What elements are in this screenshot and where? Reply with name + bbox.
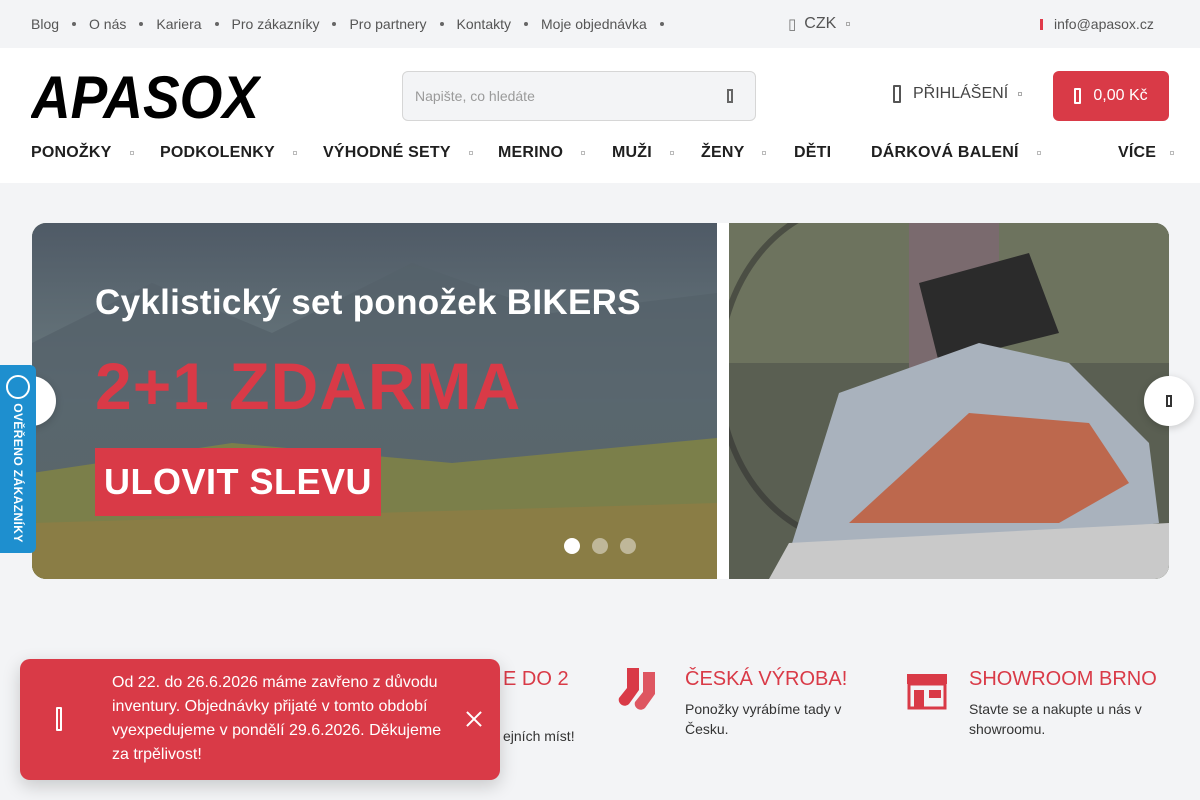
top-link-my-order[interactable]: Moje objednávka xyxy=(541,16,647,32)
chevron-down-icon xyxy=(1170,151,1175,155)
currency-icon: ▯ xyxy=(788,16,797,33)
feature-text: ejních míst! xyxy=(503,728,575,744)
svg-text:APASOX: APASOX xyxy=(31,66,261,128)
nav-label: VÍCE xyxy=(1118,144,1157,161)
email-link[interactable]: info@apasox.cz xyxy=(1040,16,1154,32)
header: APASOX PŘIHLÁŠENÍ 0,00 Kč PONOŽKY PODKOL… xyxy=(0,48,1200,183)
nav-label: DĚTI xyxy=(794,144,832,161)
search-input[interactable] xyxy=(415,86,705,106)
mail-icon xyxy=(1040,18,1043,30)
nav-item-vice[interactable]: VÍCE xyxy=(1118,144,1175,162)
nav-label: PODKOLENKY xyxy=(160,144,275,161)
apasox-logo[interactable]: APASOX xyxy=(31,66,261,128)
currency-selector[interactable]: ▯ CZK xyxy=(788,15,851,33)
nav-item-muzi[interactable]: MUŽI xyxy=(612,144,674,162)
feature-text: Stavte se a nakupte u nás v showroomu. xyxy=(969,701,1142,737)
nav-item-ponozky[interactable]: PONOŽKY xyxy=(31,144,134,162)
top-link-contacts[interactable]: Kontakty xyxy=(457,16,511,32)
slider-dot-1[interactable] xyxy=(564,538,580,554)
notice-toast: Od 22. do 26.6.2026 máme zavřeno z důvod… xyxy=(20,659,500,780)
chevron-down-icon xyxy=(129,151,134,155)
currency-label: CZK xyxy=(804,15,837,32)
chevron-down-icon xyxy=(292,151,297,155)
nav-label: MUŽI xyxy=(612,144,652,161)
separator-dot xyxy=(139,22,144,26)
chevron-down-icon xyxy=(1036,151,1041,155)
nav-item-zeny[interactable]: ŽENY xyxy=(701,144,767,162)
nav-label: ŽENY xyxy=(701,144,745,161)
cart-total: 0,00 Kč xyxy=(1093,87,1148,104)
verified-seal-icon xyxy=(6,375,30,399)
top-links: Blog O nás Kariera Pro zákazníky Pro par… xyxy=(31,16,677,32)
cart-icon xyxy=(1074,88,1082,104)
nav-item-deti[interactable]: DĚTI xyxy=(794,144,831,162)
socks-icon xyxy=(618,668,655,710)
store-icon xyxy=(907,674,947,710)
banner-shoe-image xyxy=(729,223,1169,579)
info-icon xyxy=(56,707,62,731)
slider-dots xyxy=(564,538,648,554)
toast-message: Od 22. do 26.6.2026 máme zavřeno z důvod… xyxy=(112,674,442,763)
feature-title: SHOWROOM BRNO xyxy=(969,668,1157,690)
banner-headline: 2+1 ZDARMA xyxy=(95,349,522,423)
feature-showroom: SHOWROOM BRNO Stavte se a nakupte u nás … xyxy=(969,668,1179,739)
separator-dot xyxy=(214,22,219,26)
feature-czech-made: ČESKÁ VÝROBA! Ponožky vyrábíme tady v Če… xyxy=(685,668,875,739)
slider-next-button[interactable] xyxy=(1144,376,1194,426)
separator-dot xyxy=(659,22,664,26)
hero-banner[interactable]: Cyklistický set ponožek BIKERS 2+1 ZDARM… xyxy=(32,223,1169,579)
slider-dot-3[interactable] xyxy=(620,538,636,554)
top-link-about[interactable]: O nás xyxy=(89,16,126,32)
login-label: PŘIHLÁŠENÍ xyxy=(913,85,1009,102)
top-link-customers[interactable]: Pro zákazníky xyxy=(232,16,320,32)
chevron-right-icon xyxy=(1166,395,1172,407)
top-link-career[interactable]: Kariera xyxy=(156,16,201,32)
nav-item-darkova-baleni[interactable]: DÁRKOVÁ BALENÍ xyxy=(871,144,1041,162)
nav-item-vyhodne-sety[interactable]: VÝHODNÉ SETY xyxy=(323,144,473,162)
top-bar: Blog O nás Kariera Pro zákazníky Pro par… xyxy=(0,0,1200,48)
email-label: info@apasox.cz xyxy=(1054,16,1154,32)
nav-label: MERINO xyxy=(498,144,564,161)
feature-text: Ponožky vyrábíme tady v Česku. xyxy=(685,701,842,737)
nav-label: PONOŽKY xyxy=(31,144,112,161)
nav-label: VÝHODNÉ SETY xyxy=(323,144,451,161)
separator-dot xyxy=(524,22,528,26)
nav-item-podkolenky[interactable]: PODKOLENKY xyxy=(160,144,297,162)
feature-title: ČESKÁ VÝROBA! xyxy=(685,668,848,690)
slider-dot-2[interactable] xyxy=(592,538,608,554)
top-link-blog[interactable]: Blog xyxy=(31,16,59,32)
separator-dot xyxy=(332,22,337,26)
feature-delivery: E DO 2 ejních míst! xyxy=(503,668,583,746)
chevron-down-icon xyxy=(846,22,851,26)
search-box xyxy=(402,71,756,121)
banner-title: Cyklistický set ponožek BIKERS xyxy=(95,283,641,322)
login-button[interactable]: PŘIHLÁŠENÍ xyxy=(893,85,1023,103)
banner-cta-button[interactable]: ULOVIT SLEVU xyxy=(95,448,381,516)
separator-dot xyxy=(72,22,77,26)
chevron-down-icon xyxy=(669,151,674,155)
main-nav: PONOŽKY PODKOLENKY VÝHODNÉ SETY MERINO M… xyxy=(0,142,1200,166)
search-icon xyxy=(727,89,733,103)
search-button[interactable] xyxy=(723,88,737,106)
user-icon xyxy=(893,85,901,103)
chevron-down-icon xyxy=(581,151,586,155)
separator-dot xyxy=(439,22,444,26)
chevron-down-icon xyxy=(468,151,473,155)
banner-divider xyxy=(717,223,729,579)
chevron-down-icon xyxy=(1018,92,1023,96)
nav-label: DÁRKOVÁ BALENÍ xyxy=(871,144,1019,161)
chevron-down-icon xyxy=(762,151,767,155)
cart-button[interactable]: 0,00 Kč xyxy=(1053,71,1169,121)
feature-title: E DO 2 xyxy=(503,668,569,690)
top-link-partners[interactable]: Pro partnery xyxy=(349,16,426,32)
nav-item-merino[interactable]: MERINO xyxy=(498,144,586,162)
verified-label: OVĚŘENO ZÁKAZNÍKY xyxy=(11,403,25,543)
close-icon[interactable] xyxy=(464,709,484,729)
verified-badge[interactable]: OVĚŘENO ZÁKAZNÍKY xyxy=(0,365,36,553)
